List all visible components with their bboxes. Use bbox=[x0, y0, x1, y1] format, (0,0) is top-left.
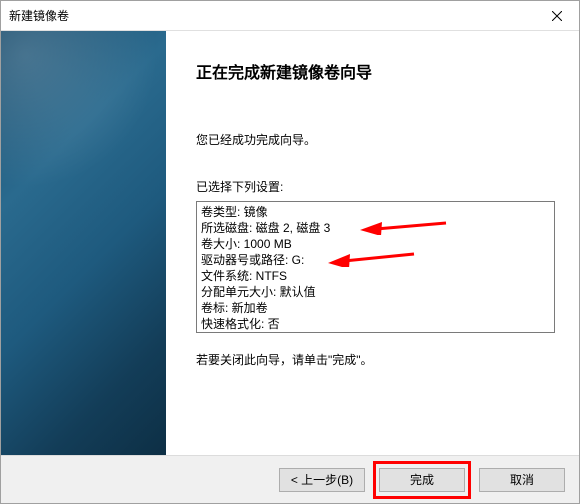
list-item[interactable]: 文件系统: NTFS bbox=[199, 268, 552, 284]
close-icon bbox=[552, 11, 562, 21]
settings-listbox[interactable]: 卷类型: 镜像所选磁盘: 磁盘 2, 磁盘 3卷大小: 1000 MB驱动器号或… bbox=[196, 201, 555, 333]
list-item[interactable]: 所选磁盘: 磁盘 2, 磁盘 3 bbox=[199, 220, 552, 236]
settings-label: 已选择下列设置: bbox=[196, 178, 555, 195]
list-item[interactable]: 卷大小: 1000 MB bbox=[199, 236, 552, 252]
close-button[interactable] bbox=[534, 1, 579, 31]
list-item[interactable]: 分配单元大小: 默认值 bbox=[199, 284, 552, 300]
list-item[interactable]: 快速格式化: 否 bbox=[199, 316, 552, 332]
wizard-side-graphic bbox=[1, 31, 166, 455]
cancel-button[interactable]: 取消 bbox=[479, 468, 565, 492]
completed-message: 您已经成功完成向导。 bbox=[196, 131, 555, 148]
wizard-content: 正在完成新建镜像卷向导 您已经成功完成向导。 已选择下列设置: 卷类型: 镜像所… bbox=[166, 31, 579, 455]
list-item[interactable]: 卷标: 新加卷 bbox=[199, 300, 552, 316]
settings-list-wrap: 卷类型: 镜像所选磁盘: 磁盘 2, 磁盘 3卷大小: 1000 MB驱动器号或… bbox=[196, 201, 555, 333]
finish-button[interactable]: 完成 bbox=[379, 468, 465, 492]
titlebar: 新建镜像卷 bbox=[1, 1, 579, 31]
page-title: 正在完成新建镜像卷向导 bbox=[196, 59, 555, 83]
list-item[interactable]: 驱动器号或路径: G: bbox=[199, 252, 552, 268]
close-hint: 若要关闭此向导，请单击"完成"。 bbox=[196, 351, 555, 368]
back-button[interactable]: < 上一步(B) bbox=[279, 468, 365, 492]
wizard-body: 正在完成新建镜像卷向导 您已经成功完成向导。 已选择下列设置: 卷类型: 镜像所… bbox=[1, 31, 579, 455]
window-title: 新建镜像卷 bbox=[9, 7, 69, 24]
annotation-highlight: 完成 bbox=[373, 461, 471, 499]
button-bar: < 上一步(B) 完成 取消 bbox=[1, 455, 579, 503]
wizard-window: 新建镜像卷 正在完成新建镜像卷向导 您已经成功完成向导。 已选择下列设置: 卷类… bbox=[0, 0, 580, 504]
list-item[interactable]: 卷类型: 镜像 bbox=[199, 204, 552, 220]
